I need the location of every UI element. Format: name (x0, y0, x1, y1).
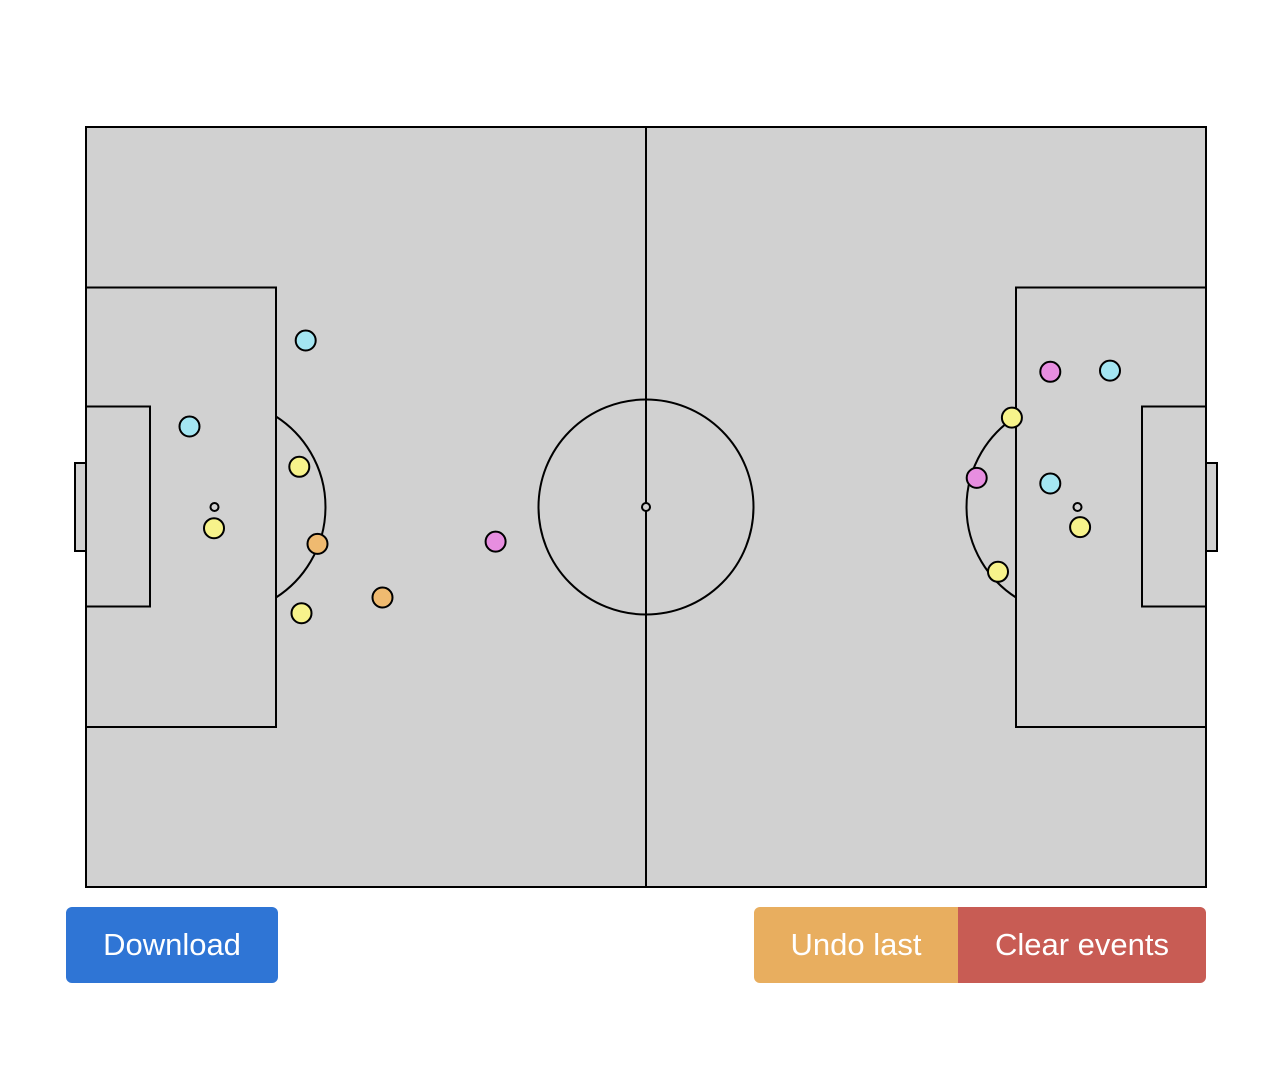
event-marker-cyan[interactable] (1099, 359, 1121, 382)
right-goal (1205, 462, 1218, 552)
event-marker-pink[interactable] (484, 530, 507, 553)
event-marker-pink[interactable] (1039, 360, 1062, 383)
event-marker-yellow[interactable] (1000, 406, 1023, 429)
event-marker-pink[interactable] (965, 466, 988, 489)
event-marker-cyan[interactable] (178, 415, 201, 438)
left-goal (74, 462, 87, 552)
event-marker-cyan[interactable] (1039, 472, 1062, 495)
undo-last-button[interactable]: Undo last (754, 907, 958, 983)
event-marker-yellow[interactable] (203, 517, 225, 540)
clear-events-button[interactable]: Clear events (958, 907, 1206, 983)
event-marker-yellow[interactable] (288, 455, 311, 478)
event-marker-yellow[interactable] (290, 602, 313, 625)
left-penalty-spot (209, 502, 220, 512)
event-marker-yellow[interactable] (987, 560, 1009, 583)
centre-spot (641, 502, 651, 512)
event-marker-orange[interactable] (306, 532, 329, 555)
event-marker-cyan[interactable] (294, 329, 317, 352)
download-button[interactable]: Download (66, 907, 278, 983)
event-marker-yellow[interactable] (1069, 516, 1092, 539)
right-penalty-spot (1072, 502, 1083, 512)
event-marker-orange[interactable] (371, 586, 394, 609)
